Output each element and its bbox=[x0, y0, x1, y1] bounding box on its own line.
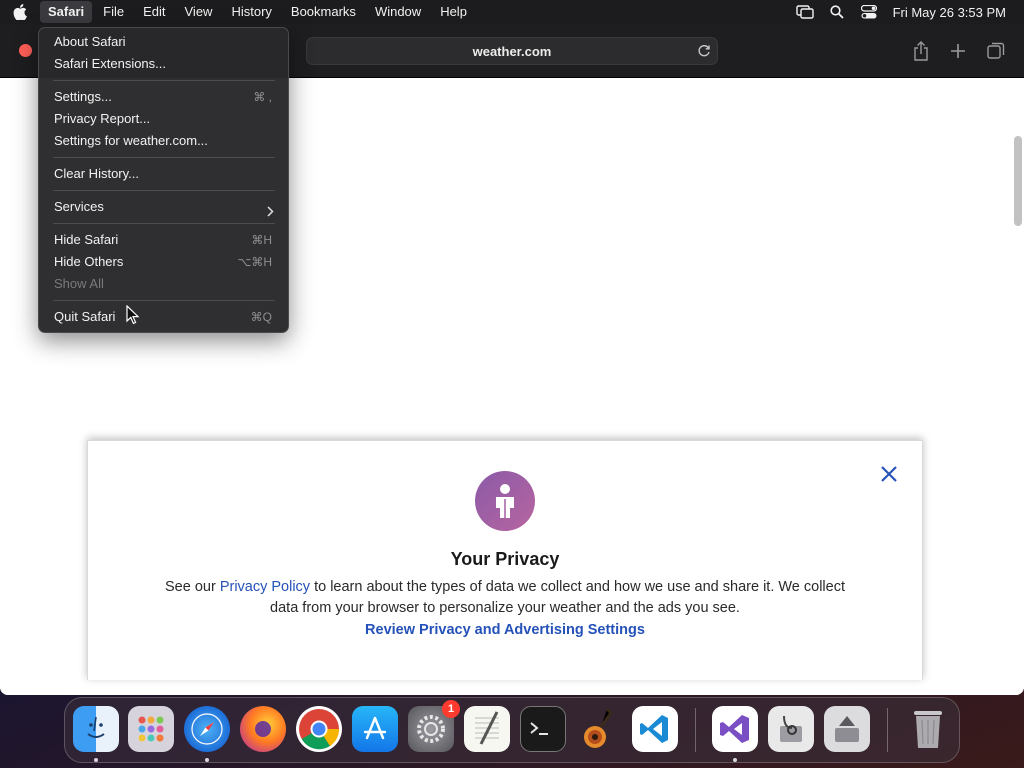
dock-separator bbox=[887, 708, 888, 752]
privacy-title: Your Privacy bbox=[450, 549, 560, 569]
menu-hide-safari-label: Hide Safari bbox=[54, 232, 119, 247]
menu-settings-label: Settings... bbox=[54, 89, 112, 104]
menu-safari-extensions-label: Safari Extensions... bbox=[54, 56, 166, 71]
apple-menu-icon[interactable] bbox=[0, 0, 40, 24]
menu-history[interactable]: History bbox=[223, 1, 279, 23]
menu-bar: Safari File Edit View History Bookmarks … bbox=[0, 0, 1024, 24]
address-bar-url: weather.com bbox=[472, 43, 552, 59]
menu-about-safari-label: About Safari bbox=[54, 34, 126, 49]
privacy-body: See our Privacy Policy to learn about th… bbox=[158, 577, 852, 619]
menubar-clock[interactable]: Fri May 26 3:53 PM bbox=[893, 5, 1006, 20]
menu-separator bbox=[53, 190, 275, 191]
privacy-body-lead: See our bbox=[164, 579, 220, 595]
dock-separator bbox=[695, 708, 696, 752]
safari-app-menu: About Safari Safari Extensions... Settin… bbox=[38, 27, 289, 333]
share-icon[interactable] bbox=[910, 40, 932, 62]
running-indicator bbox=[94, 758, 98, 762]
vscode-icon[interactable] bbox=[632, 706, 678, 752]
address-bar[interactable]: weather.com bbox=[306, 37, 718, 65]
new-tab-icon[interactable] bbox=[947, 40, 969, 62]
privacy-person-icon bbox=[475, 471, 535, 531]
menu-site-settings[interactable]: Settings for weather.com... bbox=[45, 130, 282, 152]
menu-quit-safari-label: Quit Safari bbox=[54, 309, 116, 324]
safari-icon[interactable] bbox=[184, 706, 230, 752]
menu-file[interactable]: File bbox=[95, 1, 132, 23]
menu-window[interactable]: Window bbox=[367, 1, 429, 23]
menu-clear-history-label: Clear History... bbox=[54, 166, 139, 181]
privacy-policy-link[interactable]: Privacy Policy bbox=[220, 579, 310, 595]
privacy-body-text: to learn about the types of data we coll… bbox=[270, 579, 845, 616]
tab-overview-icon[interactable] bbox=[985, 40, 1007, 62]
menu-separator bbox=[53, 300, 275, 301]
menu-show-all-label: Show All bbox=[54, 276, 104, 291]
menu-hide-safari-shortcut: ⌘H bbox=[251, 233, 272, 247]
menu-view[interactable]: View bbox=[177, 1, 221, 23]
running-indicator bbox=[733, 758, 737, 762]
chrome-icon[interactable] bbox=[296, 706, 342, 752]
menu-clear-history[interactable]: Clear History... bbox=[45, 163, 282, 185]
boot-camp-icon[interactable] bbox=[824, 706, 870, 752]
menu-privacy-report[interactable]: Privacy Report... bbox=[45, 108, 282, 130]
menu-quit-safari-shortcut: ⌘Q bbox=[250, 310, 272, 324]
menu-quit-safari[interactable]: Quit Safari ⌘Q bbox=[45, 306, 282, 328]
close-window-button[interactable] bbox=[19, 44, 32, 57]
menu-safari-extensions[interactable]: Safari Extensions... bbox=[45, 53, 282, 75]
menu-services[interactable]: Services bbox=[45, 196, 282, 218]
close-modal-icon[interactable] bbox=[878, 463, 900, 485]
menu-privacy-report-label: Privacy Report... bbox=[54, 111, 151, 126]
launchpad-icon[interactable] bbox=[128, 706, 174, 752]
menu-separator bbox=[53, 157, 275, 158]
menu-safari[interactable]: Safari bbox=[40, 1, 93, 23]
mouse-pointer-icon bbox=[126, 304, 140, 325]
garageband-icon[interactable] bbox=[576, 706, 622, 752]
menu-help[interactable]: Help bbox=[432, 1, 475, 23]
running-indicator bbox=[205, 758, 209, 762]
menu-settings-shortcut: ⌘ , bbox=[253, 90, 272, 104]
screen-mirroring-icon[interactable] bbox=[795, 0, 815, 24]
menu-edit[interactable]: Edit bbox=[135, 1, 173, 23]
privacy-modal: Your Privacy See our Privacy Policy to l… bbox=[87, 440, 923, 680]
menu-hide-others[interactable]: Hide Others ⌥⌘H bbox=[45, 251, 282, 273]
menu-settings[interactable]: Settings... ⌘ , bbox=[45, 86, 282, 108]
notification-badge: 1 bbox=[442, 700, 460, 718]
trash-icon[interactable] bbox=[905, 706, 951, 752]
dock: 1 bbox=[64, 697, 960, 763]
menu-separator bbox=[53, 80, 275, 81]
menu-show-all: Show All bbox=[45, 273, 282, 295]
spotlight-search-icon[interactable] bbox=[827, 0, 847, 24]
menu-bookmarks[interactable]: Bookmarks bbox=[283, 1, 364, 23]
chevron-right-icon bbox=[267, 202, 274, 224]
review-privacy-settings-link[interactable]: Review Privacy and Advertising Settings bbox=[88, 622, 922, 638]
scrollbar[interactable] bbox=[1014, 136, 1022, 226]
menu-about-safari[interactable]: About Safari bbox=[45, 31, 282, 53]
reload-icon[interactable] bbox=[696, 43, 712, 59]
textedit-icon[interactable] bbox=[464, 706, 510, 752]
menu-separator bbox=[53, 223, 275, 224]
terminal-icon[interactable] bbox=[520, 706, 566, 752]
menu-services-label: Services bbox=[54, 199, 104, 214]
menu-hide-safari[interactable]: Hide Safari ⌘H bbox=[45, 229, 282, 251]
menu-hide-others-label: Hide Others bbox=[54, 254, 124, 269]
system-settings-icon[interactable]: 1 bbox=[408, 700, 460, 752]
menu-site-settings-label: Settings for weather.com... bbox=[54, 133, 208, 148]
control-center-icon[interactable] bbox=[859, 0, 879, 24]
app-store-icon[interactable] bbox=[352, 706, 398, 752]
menu-hide-others-shortcut: ⌥⌘H bbox=[237, 255, 273, 269]
visual-studio-icon[interactable] bbox=[712, 706, 758, 752]
firefox-icon[interactable] bbox=[240, 706, 286, 752]
disk-utility-icon[interactable] bbox=[768, 706, 814, 752]
finder-icon[interactable] bbox=[73, 706, 119, 752]
